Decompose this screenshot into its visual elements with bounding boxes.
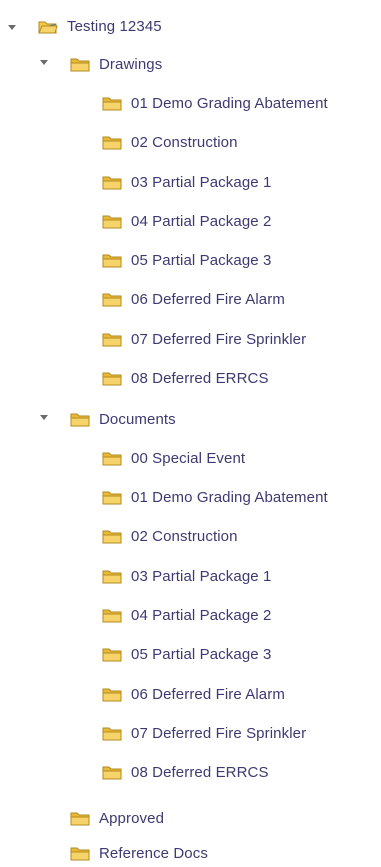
tree-node-documents-item[interactable]: 05 Partial Package 3 xyxy=(102,642,271,668)
tree-node-reference-docs[interactable]: Reference Docs xyxy=(70,841,208,867)
folder-icon xyxy=(102,253,122,269)
tree-node-label: Testing 12345 xyxy=(67,18,162,35)
folder-icon xyxy=(70,57,90,73)
tree-node-label: 02 Construction xyxy=(131,528,238,545)
tree-node-label: Drawings xyxy=(99,56,163,73)
expand-chevron-icon[interactable] xyxy=(39,58,49,68)
tree-node-label: 01 Demo Grading Abatement xyxy=(131,489,328,506)
folder-icon xyxy=(102,726,122,742)
tree-node-approved[interactable]: Approved xyxy=(70,806,164,832)
tree-node-drawings-item[interactable]: 02 Construction xyxy=(102,130,238,156)
tree-node-label: 01 Demo Grading Abatement xyxy=(131,95,328,112)
tree-node-label: 05 Partial Package 3 xyxy=(131,252,272,269)
tree-node-label: Approved xyxy=(99,810,165,827)
tree-node-label: Documents xyxy=(99,411,176,428)
tree-node-drawings-item[interactable]: 04 Partial Package 2 xyxy=(102,209,271,235)
tree-node-drawings[interactable]: Drawings xyxy=(70,52,162,78)
tree-node-documents-item[interactable]: 08 Deferred ERRCS xyxy=(102,760,269,786)
folder-icon xyxy=(102,765,122,781)
folder-icon xyxy=(102,135,122,151)
tree-node-label: 04 Partial Package 2 xyxy=(131,607,272,624)
folder-icon xyxy=(102,490,122,506)
tree-node-documents-item[interactable]: 06 Deferred Fire Alarm xyxy=(102,682,285,708)
expand-chevron-icon[interactable] xyxy=(39,413,49,423)
tree-node-drawings-item[interactable]: 06 Deferred Fire Alarm xyxy=(102,287,285,313)
tree-node-label: 00 Special Event xyxy=(131,450,246,467)
tree-node-label: 08 Deferred ERRCS xyxy=(131,764,269,781)
tree-node-label: 06 Deferred Fire Alarm xyxy=(131,291,285,308)
folder-icon xyxy=(102,569,122,585)
folder-icon xyxy=(102,529,122,545)
tree-node-label: 05 Partial Package 3 xyxy=(131,646,272,663)
folder-icon xyxy=(102,96,122,112)
tree-node-root[interactable]: Testing 12345 xyxy=(38,14,162,40)
tree-node-documents-item[interactable]: 00 Special Event xyxy=(102,446,245,472)
tree-node-drawings-item[interactable]: 07 Deferred Fire Sprinkler xyxy=(102,327,306,353)
tree-node-documents-item[interactable]: 03 Partial Package 1 xyxy=(102,564,271,590)
folder-icon xyxy=(102,214,122,230)
tree-node-label: 06 Deferred Fire Alarm xyxy=(131,686,285,703)
tree-node-label: 07 Deferred Fire Sprinkler xyxy=(131,725,307,742)
folder-tree: Testing 12345 Drawings 01 Demo Grading A… xyxy=(0,0,381,867)
folder-icon xyxy=(102,608,122,624)
folder-icon xyxy=(102,371,122,387)
tree-node-label: 04 Partial Package 2 xyxy=(131,213,272,230)
tree-node-label: 08 Deferred ERRCS xyxy=(131,370,269,387)
tree-node-documents-item[interactable]: 02 Construction xyxy=(102,524,238,550)
folder-icon xyxy=(102,451,122,467)
folder-icon xyxy=(102,687,122,703)
tree-node-label: 03 Partial Package 1 xyxy=(131,174,272,191)
tree-node-label: 03 Partial Package 1 xyxy=(131,568,272,585)
folder-icon xyxy=(70,412,90,428)
folder-icon xyxy=(102,332,122,348)
tree-node-label: 02 Construction xyxy=(131,134,238,151)
tree-node-drawings-item[interactable]: 05 Partial Package 3 xyxy=(102,248,271,274)
folder-icon xyxy=(70,846,90,862)
folder-icon xyxy=(102,175,122,191)
folder-icon xyxy=(102,292,122,308)
tree-node-label: 07 Deferred Fire Sprinkler xyxy=(131,331,307,348)
tree-node-documents-item[interactable]: 04 Partial Package 2 xyxy=(102,603,271,629)
tree-node-documents[interactable]: Documents xyxy=(70,407,176,433)
expand-chevron-icon[interactable] xyxy=(7,23,17,33)
tree-node-drawings-item[interactable]: 03 Partial Package 1 xyxy=(102,170,271,196)
tree-node-label: Reference Docs xyxy=(99,845,208,862)
project-folder-icon xyxy=(38,19,58,35)
folder-icon xyxy=(102,647,122,663)
tree-node-documents-item[interactable]: 01 Demo Grading Abatement xyxy=(102,485,328,511)
tree-node-drawings-item[interactable]: 08 Deferred ERRCS xyxy=(102,366,269,392)
tree-node-drawings-item[interactable]: 01 Demo Grading Abatement xyxy=(102,91,328,117)
tree-node-documents-item[interactable]: 07 Deferred Fire Sprinkler xyxy=(102,721,306,747)
folder-icon xyxy=(70,811,90,827)
